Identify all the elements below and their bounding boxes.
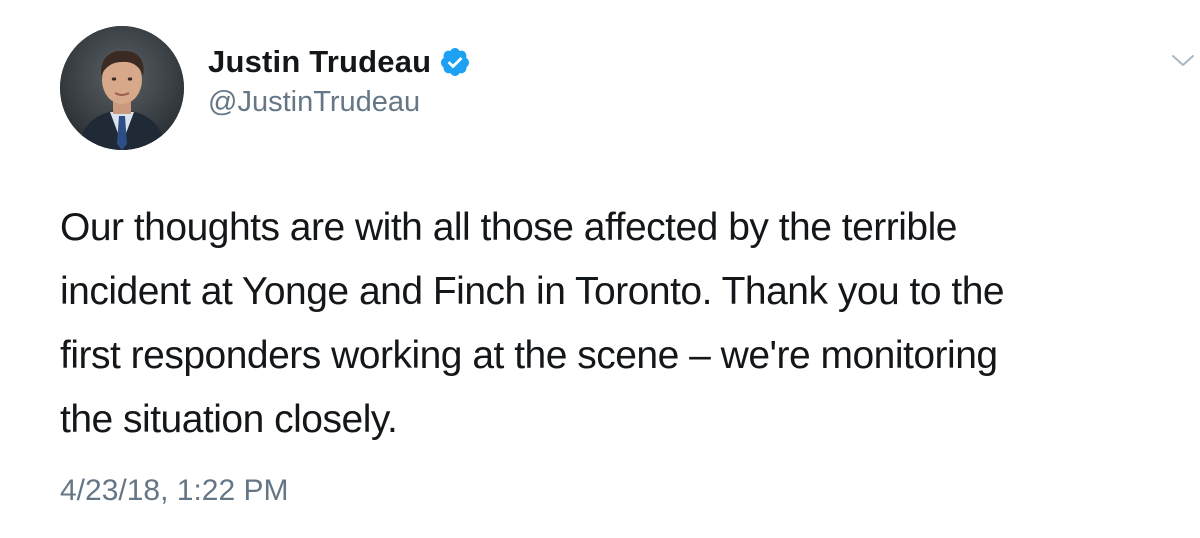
- chevron-down-icon[interactable]: [1168, 50, 1198, 72]
- author-display-name[interactable]: Justin Trudeau: [208, 44, 431, 80]
- verified-badge-icon: [441, 48, 470, 76]
- tweet-card: Justin Trudeau @JustinTrudeau Our though…: [0, 0, 1200, 538]
- tweet-text: Our thoughts are with all those affected…: [60, 206, 1005, 441]
- author-name-row: Justin Trudeau: [208, 42, 471, 82]
- author-handle[interactable]: @JustinTrudeau: [208, 86, 420, 119]
- avatar[interactable]: [60, 26, 184, 150]
- avatar-portrait-icon: [60, 26, 184, 150]
- tweet-timestamp[interactable]: 4/23/18, 1:22 PM: [60, 474, 289, 508]
